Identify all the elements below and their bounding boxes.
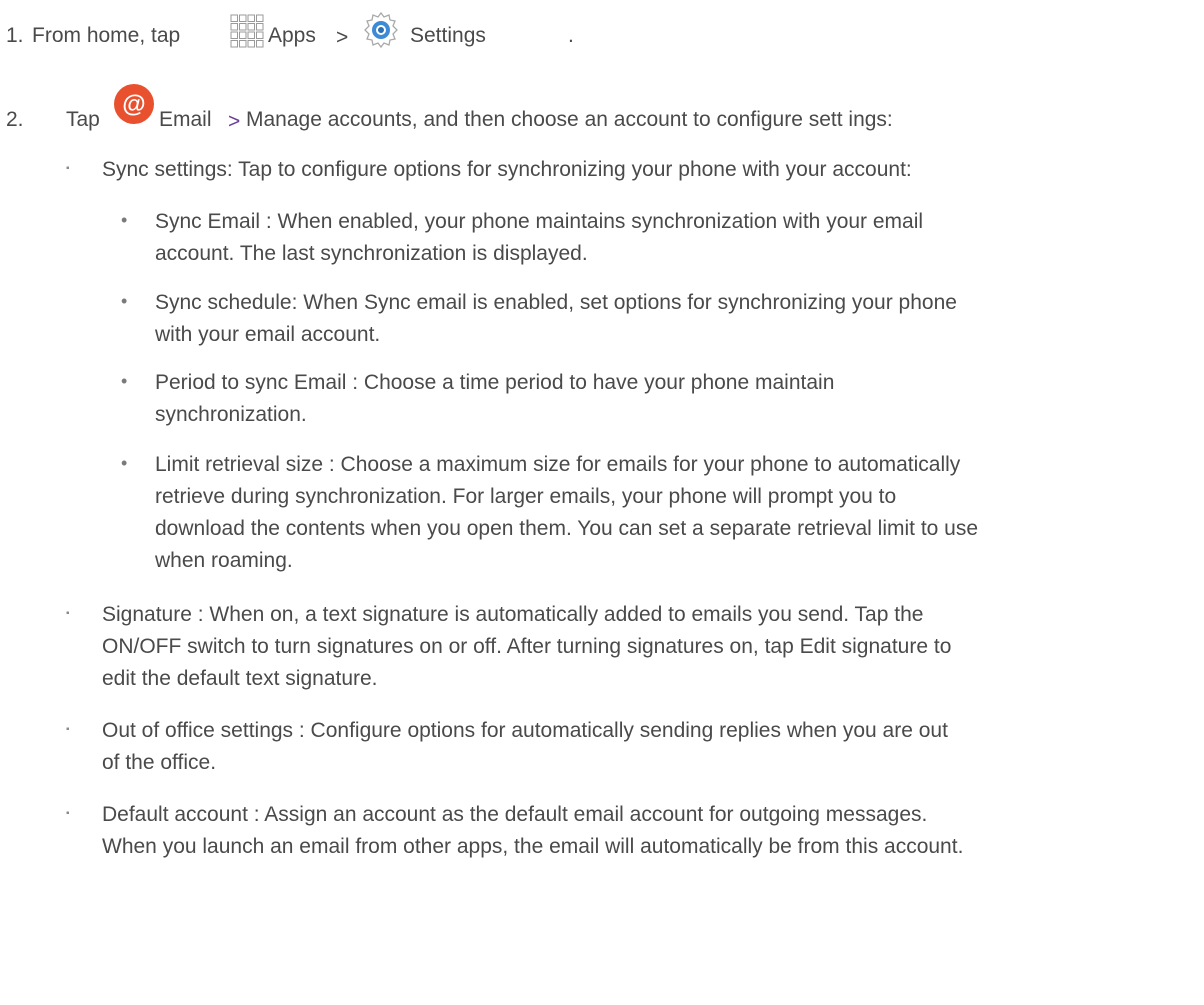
bullet-dot: • bbox=[121, 291, 128, 311]
step-2-lead: Tap bbox=[66, 108, 100, 131]
period-to-sync-line-1: Period to sync Email : Choose a time per… bbox=[155, 371, 835, 394]
sync-schedule-line-1: Sync schedule: When Sync email is enable… bbox=[155, 291, 957, 314]
step-2-number: 2. bbox=[6, 108, 24, 131]
step-2-rest: Manage accounts, and then choose an acco… bbox=[246, 108, 893, 131]
default-account-line-1: Default account : Assign an account as t… bbox=[102, 803, 928, 826]
default-account-line-2: When you launch an email from other apps… bbox=[102, 835, 964, 858]
limit-retrieval-line-4: when roaming. bbox=[155, 549, 293, 572]
bullet-dot: • bbox=[121, 453, 128, 473]
out-of-office-line-1: Out of office settings : Configure optio… bbox=[102, 719, 948, 742]
step-1-separator: > bbox=[336, 26, 349, 49]
step-1-number: 1. bbox=[6, 24, 24, 47]
signature-line-2: ON/OFF switch to turn signatures on or o… bbox=[102, 635, 952, 658]
step-1-lead: From home, tap bbox=[32, 24, 181, 47]
bullet-dot: • bbox=[121, 371, 128, 391]
settings-gear-icon bbox=[360, 9, 402, 51]
step-2-email-label: Email bbox=[159, 108, 212, 131]
bullet-square: ▪ bbox=[66, 724, 70, 735]
out-of-office-line-2: of the office. bbox=[102, 751, 217, 774]
signature-line-1: Signature : When on, a text signature is… bbox=[102, 603, 924, 626]
step-1-settings-label: Settings bbox=[410, 24, 486, 47]
step-2-separator: > bbox=[228, 110, 241, 133]
limit-retrieval-line-2: retrieve during synchronization. For lar… bbox=[155, 485, 897, 508]
sync-email-line-1: Sync Email : When enabled, your phone ma… bbox=[155, 210, 924, 233]
svg-text:@: @ bbox=[122, 91, 145, 118]
bullet-dot: • bbox=[121, 210, 128, 230]
period-to-sync-line-2: synchronization. bbox=[155, 403, 307, 426]
sync-settings-intro: Sync settings: Tap to configure options … bbox=[102, 158, 912, 181]
email-at-icon: @ bbox=[112, 82, 156, 126]
sync-email-line-2: account. The last synchronization is dis… bbox=[155, 242, 588, 265]
step-1-apps-label: Apps bbox=[268, 24, 316, 47]
bullet-square: ▪ bbox=[66, 808, 70, 819]
limit-retrieval-line-1: Limit retrieval size : Choose a maximum … bbox=[155, 453, 961, 476]
limit-retrieval-line-3: download the contents when you open them… bbox=[155, 517, 979, 540]
signature-line-3: edit the default text signature. bbox=[102, 667, 378, 690]
bullet-square: ▪ bbox=[66, 163, 70, 174]
sync-schedule-line-2: with your email account. bbox=[155, 323, 381, 346]
apps-grid-icon bbox=[228, 12, 266, 50]
step-1-end: . bbox=[568, 24, 574, 47]
bullet-square: ▪ bbox=[66, 608, 70, 619]
